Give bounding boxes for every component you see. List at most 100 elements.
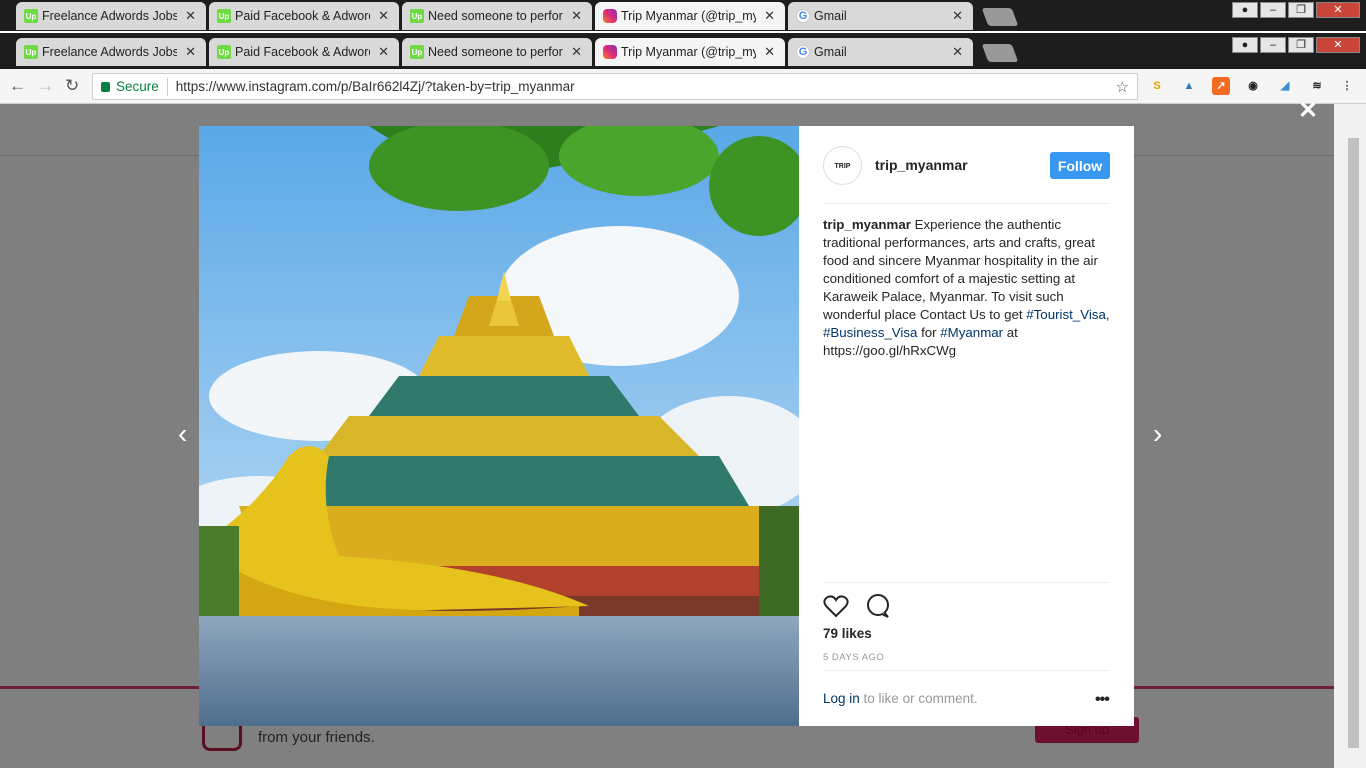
url-text[interactable]: https://www.instagram.com/p/BaIr662l4Zj/… — [176, 79, 575, 94]
tab-paid-facebook[interactable]: Up Paid Facebook & Adwords ✕ — [209, 2, 399, 30]
divider — [823, 582, 1110, 583]
maximize-button[interactable]: ❐ — [1288, 37, 1314, 53]
follow-button[interactable]: Follow — [1050, 152, 1110, 179]
secure-label: Secure — [116, 79, 159, 94]
next-arrow-icon[interactable]: › — [1153, 418, 1162, 450]
login-link[interactable]: Log in — [823, 691, 860, 706]
close-icon[interactable]: ✕ — [185, 44, 196, 60]
caption-comma: , — [1105, 307, 1110, 322]
more-options-icon[interactable]: ••• — [1095, 691, 1110, 709]
tab-label: Paid Facebook & Adwords — [235, 45, 370, 59]
heart-icon[interactable] — [823, 594, 849, 623]
bookmark-star-icon[interactable]: ☆ — [1116, 78, 1129, 96]
upwork-icon: Up — [410, 45, 424, 59]
minimize-button[interactable]: – — [1260, 37, 1286, 53]
google-icon: G — [796, 9, 810, 23]
upwork-icon: Up — [217, 45, 231, 59]
extension-layers-icon[interactable]: ≋ — [1308, 77, 1326, 95]
tab-label: Need someone to perform — [428, 45, 563, 59]
karaweik-palace-image — [199, 126, 799, 726]
close-icon[interactable]: ✕ — [764, 44, 775, 60]
lock-icon — [101, 81, 110, 92]
likes-count[interactable]: 79 likes — [823, 626, 872, 641]
close-icon[interactable]: ✕ — [378, 44, 389, 60]
divider — [823, 670, 1110, 671]
close-modal-icon[interactable]: ✕ — [1298, 96, 1318, 125]
close-icon[interactable]: ✕ — [764, 8, 775, 24]
tab-label: Freelance Adwords Jobs — [42, 9, 177, 23]
tab-need-someone[interactable]: Up Need someone to perform ✕ — [402, 2, 592, 30]
hashtag-tourist-visa[interactable]: #Tourist_Visa — [1026, 307, 1106, 322]
tab-strip: Up Freelance Adwords Jobs ✕ Up Paid Face… — [0, 33, 1366, 69]
tab-label: Trip Myanmar (@trip_my — [621, 9, 756, 23]
instagram-icon — [603, 45, 617, 59]
post-modal: TRIP trip_myanmar Follow trip_myanmar Ex… — [199, 126, 1134, 726]
reload-icon[interactable]: ↻ — [65, 76, 79, 96]
window-controls: ● – ❐ ✕ — [1232, 37, 1360, 55]
back-arrow-icon[interactable]: ← — [9, 76, 26, 96]
browser-toolbar: ← → ↻ Secure https://www.instagram.com/p… — [0, 69, 1366, 104]
login-rest: to like or comment. — [859, 691, 978, 706]
extension-sail-icon[interactable]: ◢ — [1276, 77, 1294, 95]
post-timestamp: 5 DAYS AGO — [823, 652, 885, 663]
tab-label: Freelance Adwords Jobs — [42, 45, 177, 59]
user-icon[interactable]: ● — [1232, 37, 1258, 53]
close-window-button[interactable]: ✕ — [1316, 37, 1360, 53]
tab-label: Trip Myanmar (@trip_my — [621, 45, 756, 59]
extension-trend-icon[interactable]: ↗ — [1212, 77, 1230, 95]
divider — [166, 77, 168, 96]
google-icon: G — [796, 45, 810, 59]
banner-text: from your friends. — [258, 729, 375, 746]
minimize-button[interactable]: – — [1260, 2, 1286, 18]
tab-freelance-adwords[interactable]: Up Freelance Adwords Jobs ✕ — [16, 2, 206, 30]
extension-seo-icon[interactable]: S — [1148, 77, 1166, 95]
upwork-icon: Up — [24, 9, 38, 23]
previous-arrow-icon[interactable]: ‹ — [178, 418, 187, 450]
post-actions — [823, 594, 891, 623]
close-window-button[interactable]: ✕ — [1316, 2, 1360, 18]
post-photo[interactable] — [199, 126, 799, 726]
address-bar[interactable]: Secure https://www.instagram.com/p/BaIr6… — [92, 73, 1138, 100]
avatar[interactable]: TRIP — [823, 146, 862, 185]
upwork-icon: Up — [24, 45, 38, 59]
upwork-icon: Up — [410, 9, 424, 23]
username-link[interactable]: trip_myanmar — [875, 157, 968, 173]
comment-icon[interactable] — [865, 594, 891, 623]
close-icon[interactable]: ✕ — [185, 8, 196, 24]
caption-for: for — [917, 325, 941, 340]
tab-paid-facebook[interactable]: Up Paid Facebook & Adwords ✕ — [209, 38, 399, 66]
close-icon[interactable]: ✕ — [571, 44, 582, 60]
tab-need-someone[interactable]: Up Need someone to perform ✕ — [402, 38, 592, 66]
maximize-button[interactable]: ❐ — [1288, 2, 1314, 18]
forward-arrow-icon[interactable]: → — [37, 76, 54, 96]
window-controls: ● – ❐ ✕ — [1232, 2, 1360, 20]
new-tab-button[interactable] — [981, 8, 1019, 26]
user-icon[interactable]: ● — [1232, 2, 1258, 18]
tab-trip-myanmar[interactable]: Trip Myanmar (@trip_my ✕ — [595, 2, 785, 30]
hashtag-business-visa[interactable]: #Business_Visa — [823, 325, 917, 340]
new-tab-button[interactable] — [981, 44, 1019, 62]
menu-icon[interactable]: ⋮ — [1338, 77, 1356, 95]
tab-gmail[interactable]: G Gmail ✕ — [788, 38, 973, 66]
caption-username[interactable]: trip_myanmar — [823, 217, 911, 232]
tab-gmail[interactable]: G Gmail ✕ — [788, 2, 973, 30]
hashtag-myanmar[interactable]: #Myanmar — [940, 325, 1003, 340]
scrollbar-thumb[interactable] — [1348, 138, 1359, 748]
tab-freelance-adwords[interactable]: Up Freelance Adwords Jobs ✕ — [16, 38, 206, 66]
extension-chart-icon[interactable]: ▲ — [1180, 77, 1198, 95]
tab-label: Paid Facebook & Adwords — [235, 9, 370, 23]
close-icon[interactable]: ✕ — [378, 8, 389, 24]
extension-owl-icon[interactable]: ◉ — [1244, 77, 1262, 95]
scrollbar[interactable] — [1334, 104, 1366, 768]
tab-trip-myanmar[interactable]: Trip Myanmar (@trip_my ✕ — [595, 38, 785, 66]
close-icon[interactable]: ✕ — [952, 8, 963, 24]
tab-label: Gmail — [814, 9, 847, 23]
close-icon[interactable]: ✕ — [571, 8, 582, 24]
close-icon[interactable]: ✕ — [952, 44, 963, 60]
upwork-icon: Up — [217, 9, 231, 23]
secure-indicator[interactable]: Secure — [93, 79, 159, 94]
tab-label: Gmail — [814, 45, 847, 59]
post-sidebar: TRIP trip_myanmar Follow trip_myanmar Ex… — [799, 126, 1134, 726]
divider — [823, 203, 1110, 204]
tab-strip-top: Up Freelance Adwords Jobs ✕ Up Paid Face… — [0, 0, 1366, 31]
